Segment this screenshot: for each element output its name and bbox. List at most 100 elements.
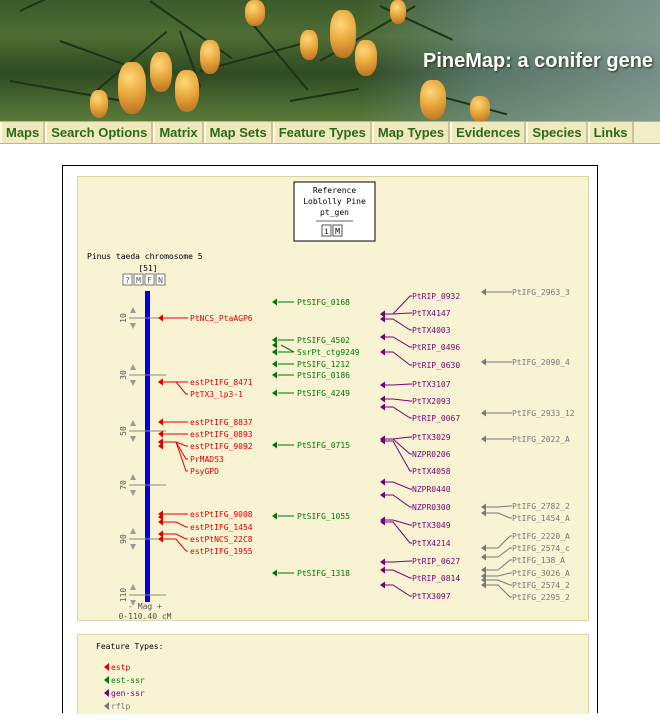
feature-rflp[interactable]: PtIFG_3026_A bbox=[512, 569, 570, 578]
feature-rflp[interactable]: PtIFG_2295_2 bbox=[512, 593, 570, 602]
feature-est-ssr[interactable]: PtSIFG_4502 bbox=[297, 336, 350, 345]
est-ssr-arrow bbox=[272, 389, 277, 397]
map-control-label[interactable]: M bbox=[136, 276, 141, 285]
feature-rflp[interactable]: PtIFG_138_A bbox=[512, 556, 565, 565]
feature-estp[interactable]: estPtNCS_22C8 bbox=[190, 535, 253, 544]
feature-gen-ssr[interactable]: PtTX2093 bbox=[412, 397, 451, 406]
feature-rflp[interactable]: PtIFG_1454_A bbox=[512, 514, 570, 523]
nav-feature-types[interactable]: Feature Types bbox=[272, 122, 372, 143]
est-ssr-connector bbox=[280, 344, 295, 353]
scale-tick-label: 10 bbox=[119, 313, 128, 323]
feature-gen-ssr[interactable]: PtTX4003 bbox=[412, 326, 451, 335]
chromosome-bar[interactable] bbox=[145, 291, 150, 602]
pine-cone bbox=[200, 40, 220, 74]
chromosome-title: Pinus taeda chromosome 5 bbox=[87, 252, 203, 261]
feature-estp[interactable]: PtTX3_lp3-1 bbox=[190, 390, 243, 399]
feature-gen-ssr[interactable]: NZPR0440 bbox=[412, 485, 451, 494]
feature-gen-ssr[interactable]: PtRIP_0630 bbox=[412, 361, 460, 370]
rflp-connector bbox=[486, 512, 512, 519]
nav-maps[interactable]: Maps bbox=[0, 122, 46, 143]
feature-gen-ssr[interactable]: PtTX3029 bbox=[412, 433, 451, 442]
feature-rflp[interactable]: PtIFG_2220_A bbox=[512, 532, 570, 541]
feature-gen-ssr[interactable]: PtRIP_0932 bbox=[412, 292, 460, 301]
legend-entry-gen-ssr: gen-ssr bbox=[111, 689, 145, 698]
pine-needle bbox=[9, 80, 129, 103]
rflp-connector bbox=[486, 547, 512, 558]
nav-matrix[interactable]: Matrix bbox=[153, 122, 204, 143]
pine-cone bbox=[420, 80, 446, 120]
feature-gen-ssr[interactable]: PtTX3107 bbox=[412, 380, 451, 389]
feature-estp[interactable]: estPtIFG_1454 bbox=[190, 523, 253, 532]
feature-gen-ssr[interactable]: PtRIP_0496 bbox=[412, 343, 460, 352]
estp-connector bbox=[161, 521, 188, 528]
feature-estp[interactable]: estPtIFG_8837 bbox=[190, 418, 253, 427]
feature-gen-ssr[interactable]: PtRIP_0814 bbox=[412, 574, 460, 583]
feature-rflp[interactable]: PtIFG_2963_3 bbox=[512, 288, 570, 297]
est-ssr-arrow bbox=[272, 441, 277, 449]
gen-ssr-connector bbox=[385, 383, 412, 386]
feature-est-ssr[interactable]: PtSIFG_4249 bbox=[297, 389, 350, 398]
feature-est-ssr[interactable]: PtSIFG_1212 bbox=[297, 360, 350, 369]
feature-rflp[interactable]: PtIFG_2933_12 bbox=[512, 409, 575, 418]
feature-est-ssr[interactable]: PtSIFG_1055 bbox=[297, 512, 350, 521]
estp-arrow bbox=[158, 314, 163, 322]
reference-button-label[interactable]: M bbox=[335, 227, 340, 236]
feature-gen-ssr[interactable]: PtRIP_0627 bbox=[412, 557, 460, 566]
rflp-arrow bbox=[481, 509, 486, 517]
feature-rflp[interactable]: PtIFG_2022_A bbox=[512, 435, 570, 444]
scale-down-arrow bbox=[130, 380, 136, 386]
feature-estp[interactable]: estPtIFG_1955 bbox=[190, 547, 253, 556]
feature-gen-ssr[interactable]: PtTX3049 bbox=[412, 521, 451, 530]
scale-up-arrow bbox=[130, 474, 136, 480]
feature-estp[interactable]: PtNCS_PtaAGP6 bbox=[190, 314, 253, 323]
feature-est-ssr[interactable]: PtSIFG_0186 bbox=[297, 371, 350, 380]
gen-ssr-connector bbox=[385, 318, 412, 331]
feature-rflp[interactable]: PtIFG_2574_c bbox=[512, 544, 570, 553]
gen-ssr-arrow bbox=[380, 348, 385, 356]
feature-estp[interactable]: estPtIFG_0893 bbox=[190, 430, 253, 439]
gen-ssr-connector bbox=[385, 312, 412, 315]
feature-est-ssr[interactable]: SsrPt_ctg9249 bbox=[297, 348, 360, 357]
feature-gen-ssr[interactable]: PtTX4147 bbox=[412, 309, 451, 318]
nav-links[interactable]: Links bbox=[587, 122, 634, 143]
feature-rflp[interactable]: PtIFG_2090_4 bbox=[512, 358, 570, 367]
feature-estp[interactable]: PrMADS3 bbox=[190, 455, 224, 464]
nav-species[interactable]: Species bbox=[526, 122, 588, 143]
feature-gen-ssr[interactable]: PtTX3097 bbox=[412, 592, 451, 601]
feature-estp[interactable]: estPtIFG_9008 bbox=[190, 510, 253, 519]
reference-label: Reference bbox=[313, 186, 357, 195]
legend-arrow-estp bbox=[104, 663, 109, 671]
rflp-arrow bbox=[481, 358, 486, 366]
gen-ssr-connector bbox=[385, 560, 412, 563]
nav-map-sets[interactable]: Map Sets bbox=[203, 122, 273, 143]
feature-gen-ssr[interactable]: NZPR0206 bbox=[412, 450, 451, 459]
feature-gen-ssr[interactable]: PtRIP_0067 bbox=[412, 414, 460, 423]
feature-est-ssr[interactable]: PtSIFG_0168 bbox=[297, 298, 350, 307]
nav-evidences[interactable]: Evidences bbox=[450, 122, 527, 143]
magnification-control[interactable]: - Mag + bbox=[128, 602, 162, 611]
feature-rflp[interactable]: PtIFG_2782_2 bbox=[512, 502, 570, 511]
feature-est-ssr[interactable]: PtSIFG_0715 bbox=[297, 441, 350, 450]
map-control-label[interactable]: ? bbox=[125, 276, 130, 285]
gen-ssr-arrow bbox=[380, 381, 385, 389]
nav-search-options[interactable]: Search Options bbox=[45, 122, 154, 143]
feature-est-ssr[interactable]: PtSIFG_1318 bbox=[297, 569, 350, 578]
estp-arrow bbox=[158, 535, 163, 543]
legend-arrow-rflp bbox=[104, 702, 109, 710]
feature-rflp[interactable]: PtIFG_2574_2 bbox=[512, 581, 570, 590]
map-control-label[interactable]: N bbox=[158, 276, 163, 285]
feature-estp[interactable]: PsyGPD bbox=[190, 467, 219, 476]
reference-button-label[interactable]: i bbox=[324, 227, 329, 236]
map-control-label[interactable]: F bbox=[147, 276, 152, 285]
feature-gen-ssr[interactable]: NZPR0300 bbox=[412, 503, 451, 512]
feature-estp[interactable]: estPtIFG_8471 bbox=[190, 378, 253, 387]
pine-needle bbox=[149, 0, 233, 60]
feature-gen-ssr[interactable]: PtTX4058 bbox=[412, 467, 451, 476]
feature-estp[interactable]: estPtIFG_9092 bbox=[190, 442, 253, 451]
scale-up-arrow bbox=[130, 420, 136, 426]
gen-ssr-arrow bbox=[380, 395, 385, 403]
gen-ssr-arrow bbox=[380, 403, 385, 411]
feature-gen-ssr[interactable]: PtTX4214 bbox=[412, 539, 451, 548]
estp-arrow bbox=[158, 430, 163, 438]
nav-map-types[interactable]: Map Types bbox=[371, 122, 451, 143]
